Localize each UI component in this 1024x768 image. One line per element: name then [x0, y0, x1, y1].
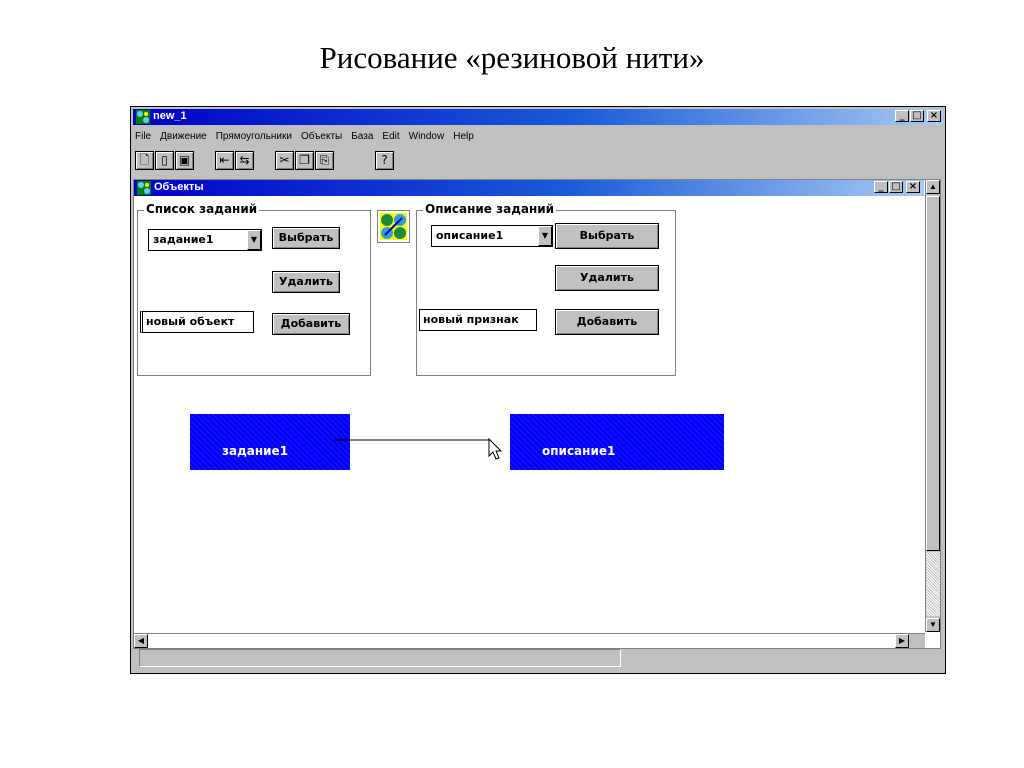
scroll-down-icon[interactable]: ▼: [926, 618, 940, 632]
rubber-band-line: [334, 437, 503, 460]
scroll-left-icon[interactable]: ◀: [134, 634, 148, 648]
close-icon[interactable]: ×: [927, 110, 941, 122]
objects-title-bar[interactable]: Объекты _ □ ×: [134, 180, 924, 196]
save-icon[interactable]: ▣: [175, 151, 194, 170]
menu-rectangles[interactable]: Прямоугольники: [216, 131, 292, 142]
open-icon[interactable]: ▯: [155, 151, 174, 170]
menu-database[interactable]: База: [351, 131, 373, 142]
cut-icon[interactable]: ✂: [275, 151, 294, 170]
connect-objects-icon[interactable]: [377, 210, 410, 243]
vertical-scroll-thumb[interactable]: [926, 196, 940, 551]
maximize-icon[interactable]: □: [889, 181, 903, 193]
menu-window[interactable]: Window: [409, 131, 445, 142]
descriptions-combo[interactable]: описание1 ▼: [431, 225, 553, 247]
horizontal-scroll-track[interactable]: [148, 634, 895, 648]
descriptions-add-button[interactable]: Добавить: [555, 309, 659, 335]
menu-help[interactable]: Help: [453, 131, 474, 142]
objects-logo-icon: [137, 181, 151, 195]
descriptions-select-button[interactable]: Выбрать: [555, 223, 659, 249]
menu-bar: File Движение Прямоугольники Объекты Баз…: [135, 128, 474, 144]
new-attribute-field[interactable]: новый признак: [419, 309, 537, 331]
tasks-group-label: Список заданий: [144, 202, 260, 216]
maximize-icon[interactable]: □: [910, 110, 924, 122]
paste-icon[interactable]: ⎘: [315, 151, 334, 170]
menu-movement[interactable]: Движение: [160, 131, 207, 142]
app-logo-icon: [136, 110, 150, 124]
new-doc-icon[interactable]: 🗋: [135, 151, 154, 170]
close-icon[interactable]: ×: [906, 181, 920, 193]
tasks-add-button[interactable]: Добавить: [272, 313, 350, 335]
description-object[interactable]: описание1: [510, 414, 724, 470]
objects-title: Объекты: [154, 181, 204, 193]
objects-window-controls: _ □ ×: [874, 181, 920, 193]
app-window-controls: _ □ ×: [895, 110, 941, 122]
descriptions-combo-value: описание1: [436, 229, 504, 242]
tasks-combo[interactable]: задание1 ▼: [148, 229, 262, 251]
description-object-label: описание1: [542, 444, 616, 458]
slide-title: Рисование «резиновой нити»: [319, 40, 705, 75]
app-title-bar[interactable]: new_1 _ □ ×: [133, 109, 943, 125]
scroll-right-icon[interactable]: ▶: [895, 634, 909, 648]
app-window: new_1 _ □ × File Движение Прямоугольники…: [130, 106, 946, 674]
menu-edit[interactable]: Edit: [382, 131, 399, 142]
redo-icon[interactable]: ⇆: [235, 151, 254, 170]
tasks-combo-value: задание1: [153, 233, 214, 246]
tasks-delete-button[interactable]: Удалить: [272, 271, 340, 293]
task-object[interactable]: задание1: [190, 414, 350, 470]
help-icon[interactable]: ?: [375, 151, 394, 170]
menu-file[interactable]: File: [135, 131, 151, 142]
descriptions-group: Описание заданий описание1 ▼ Выбрать Уда…: [416, 202, 676, 376]
objects-window: Объекты _ □ × Список заданий задание1 ▼ …: [133, 179, 941, 649]
tasks-select-button[interactable]: Выбрать: [272, 227, 340, 249]
app-title: new_1: [153, 110, 187, 122]
descriptions-delete-button[interactable]: Удалить: [555, 265, 659, 291]
minimize-icon[interactable]: _: [895, 110, 909, 122]
task-object-label: задание1: [222, 444, 289, 458]
horizontal-scrollbar[interactable]: ◀ ▶: [134, 633, 925, 648]
vertical-scroll-track[interactable]: [926, 552, 940, 616]
scroll-up-icon[interactable]: ▲: [926, 180, 940, 194]
copy-icon[interactable]: ❐: [295, 151, 314, 170]
mouse-cursor-icon: [488, 437, 503, 460]
status-bar: [139, 649, 621, 667]
new-object-field[interactable]: новый объект: [140, 311, 254, 333]
minimize-icon[interactable]: _: [874, 181, 888, 193]
chevron-down-icon[interactable]: ▼: [247, 230, 261, 250]
undo-icon[interactable]: ⇤: [215, 151, 234, 170]
tasks-group: Список заданий задание1 ▼ Выбрать Удалит…: [137, 202, 371, 376]
vertical-scrollbar[interactable]: ▲ ▼: [925, 180, 940, 632]
menu-objects[interactable]: Объекты: [301, 131, 342, 142]
descriptions-group-label: Описание заданий: [423, 202, 557, 216]
chevron-down-icon[interactable]: ▼: [538, 226, 552, 246]
